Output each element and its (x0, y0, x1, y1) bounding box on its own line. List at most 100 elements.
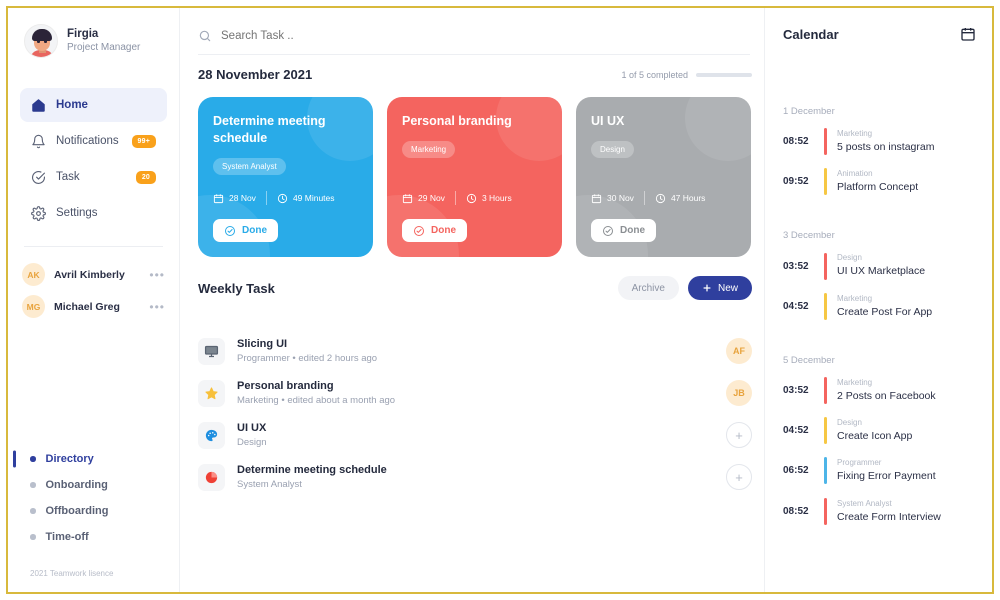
calendar-event[interactable]: 03:52 Marketing 2 Posts on Facebook (783, 376, 976, 404)
event-category: Design (837, 418, 862, 428)
calendar-event[interactable]: 08:52 Marketing 5 posts on instagram (783, 128, 976, 156)
event-category: Marketing (837, 377, 873, 387)
gear-icon (31, 205, 46, 221)
task-card[interactable]: Determine meeting schedule System Analys… (198, 97, 373, 257)
task-card[interactable]: UI UX Design 30 Nov 47 Hours Done (576, 97, 751, 257)
check-circle-icon (603, 225, 613, 236)
bell-icon (32, 134, 45, 148)
card-duration-text: 49 Minutes (292, 193, 335, 203)
sidebar-item-label: Task (56, 171, 80, 183)
task-name: UI UX (237, 421, 267, 434)
sidebar-item-settings[interactable]: Settings (20, 196, 167, 230)
event-name: Create Icon App (837, 430, 913, 443)
active-indicator (13, 503, 16, 520)
calendar-icon (402, 193, 413, 203)
card-meta: 30 Nov 47 Hours (591, 191, 705, 205)
event-category: Design (837, 253, 862, 263)
calendar-event[interactable]: 04:52 Marketing Create Post For App (783, 292, 976, 320)
new-task-button[interactable]: New (687, 276, 752, 300)
task-row[interactable]: UI UX Design + (198, 416, 752, 454)
calendar-event[interactable]: 03:52 Design UI UX Marketplace (783, 252, 976, 280)
main-content: 28 November 2021 1 of 5 completed Determ… (180, 8, 764, 592)
event-color-bar (824, 417, 827, 445)
date-header: 28 November 2021 1 of 5 completed (198, 67, 764, 82)
list-item[interactable]: AK Avril Kimberly ••• (22, 263, 165, 286)
clock-icon (655, 193, 666, 203)
add-member-button[interactable]: + (726, 422, 752, 448)
event-color-bar (824, 497, 827, 525)
status-badge: 99+ (131, 134, 156, 148)
card-date-text: 29 Nov (418, 193, 445, 203)
sidebar-item-notifications[interactable]: Notifications 99+ (20, 124, 167, 158)
sidebar-item-offboarding[interactable]: Offboarding (8, 505, 165, 517)
more-options-icon[interactable]: ••• (149, 300, 165, 314)
weekly-actions: Archive New (617, 276, 752, 300)
bullet-icon (30, 508, 36, 514)
event-body: Marketing Create Post For App (837, 293, 932, 320)
calendar-icon (591, 193, 602, 203)
more-options-icon[interactable]: ••• (149, 268, 165, 282)
archive-button[interactable]: Archive (617, 276, 679, 300)
profile[interactable]: Firgia Project Manager (8, 20, 179, 58)
sidebar-item-label: Settings (56, 207, 98, 219)
task-card[interactable]: Personal branding Marketing 29 Nov 3 Hou… (387, 97, 562, 257)
sidebar-item-task[interactable]: Task 20 (20, 160, 167, 194)
event-category: Programmer (837, 458, 882, 468)
task-name: Determine meeting schedule (237, 463, 387, 476)
task-name: Slicing UI (237, 337, 288, 350)
member-list: AK Avril Kimberly ••• MG Michael Greg ••… (8, 263, 179, 318)
task-text: Slicing UI Programmer • edited 2 hours a… (237, 337, 714, 366)
calendar-event[interactable]: 08:52 System Analyst Create Form Intervi… (783, 497, 976, 525)
clock-icon (277, 193, 288, 203)
sidebar-item-onboarding[interactable]: Onboarding (8, 479, 165, 491)
weekly-task-list: Slicing UI Programmer • edited 2 hours a… (198, 332, 764, 496)
sidebar-item-directory[interactable]: Directory (8, 450, 165, 468)
sidebar-item-time-off[interactable]: Time-off (8, 531, 165, 543)
done-button[interactable]: Done (402, 219, 467, 242)
card-date-text: 30 Nov (607, 193, 634, 203)
task-subtitle: System Analyst (237, 479, 302, 491)
avatar[interactable]: AF (726, 338, 752, 364)
done-label: Done (242, 225, 267, 236)
sidebar-item-home[interactable]: Home (20, 88, 167, 122)
card-date: 30 Nov (591, 193, 634, 204)
avatar: AK (22, 263, 45, 286)
done-button[interactable]: Done (591, 219, 656, 242)
list-item[interactable]: MG Michael Greg ••• (22, 295, 165, 318)
task-icon-box (198, 379, 225, 407)
event-name: 5 posts on instagram (837, 141, 935, 153)
calendar-icon[interactable] (960, 26, 976, 42)
card-date-text: 28 Nov (229, 193, 256, 203)
new-task-label: New (717, 282, 738, 294)
check-circle-icon (414, 225, 424, 236)
avatar[interactable]: JB (726, 380, 752, 406)
content-area: 28 November 2021 1 of 5 completed Determ… (180, 64, 764, 592)
active-indicator (13, 450, 16, 468)
event-color-bar (824, 457, 827, 485)
progress-indicator: 1 of 5 completed (621, 70, 752, 80)
task-row[interactable]: Determine meeting schedule System Analys… (198, 458, 752, 496)
task-row[interactable]: Slicing UI Programmer • edited 2 hours a… (198, 332, 752, 370)
calendar-date: 1 December (783, 106, 835, 117)
event-body: System Analyst Create Form Interview (837, 498, 941, 525)
calendar-event[interactable]: 06:52 Programmer Fixing Error Payment (783, 457, 976, 485)
task-row[interactable]: Personal branding Marketing • edited abo… (198, 374, 752, 412)
done-button[interactable]: Done (213, 219, 278, 242)
event-name: Fixing Error Payment (837, 470, 936, 483)
event-body: Marketing 2 Posts on Facebook (837, 377, 936, 404)
license-text: 2021 Teamwork lisence (30, 569, 114, 578)
divider (454, 191, 456, 205)
event-body: Design Create Icon App (837, 417, 912, 444)
add-member-button[interactable]: + (726, 464, 752, 490)
event-category: Animation (837, 169, 873, 179)
search-bar[interactable] (198, 17, 750, 55)
calendar-event[interactable]: 09:52 Animation Platform Concept (783, 168, 976, 196)
active-indicator (13, 529, 16, 546)
search-input[interactable] (221, 29, 750, 42)
calendar-panel: Calendar 1 December 08:52 Marketing 5 po… (764, 8, 992, 592)
card-duration-text: 3 Hours (481, 193, 512, 203)
pie-chart-icon (205, 471, 218, 483)
weekly-task-header: Weekly Task Archive New (198, 276, 764, 300)
calendar-event[interactable]: 04:52 Design Create Icon App (783, 417, 976, 445)
event-body: Programmer Fixing Error Payment (837, 457, 936, 484)
